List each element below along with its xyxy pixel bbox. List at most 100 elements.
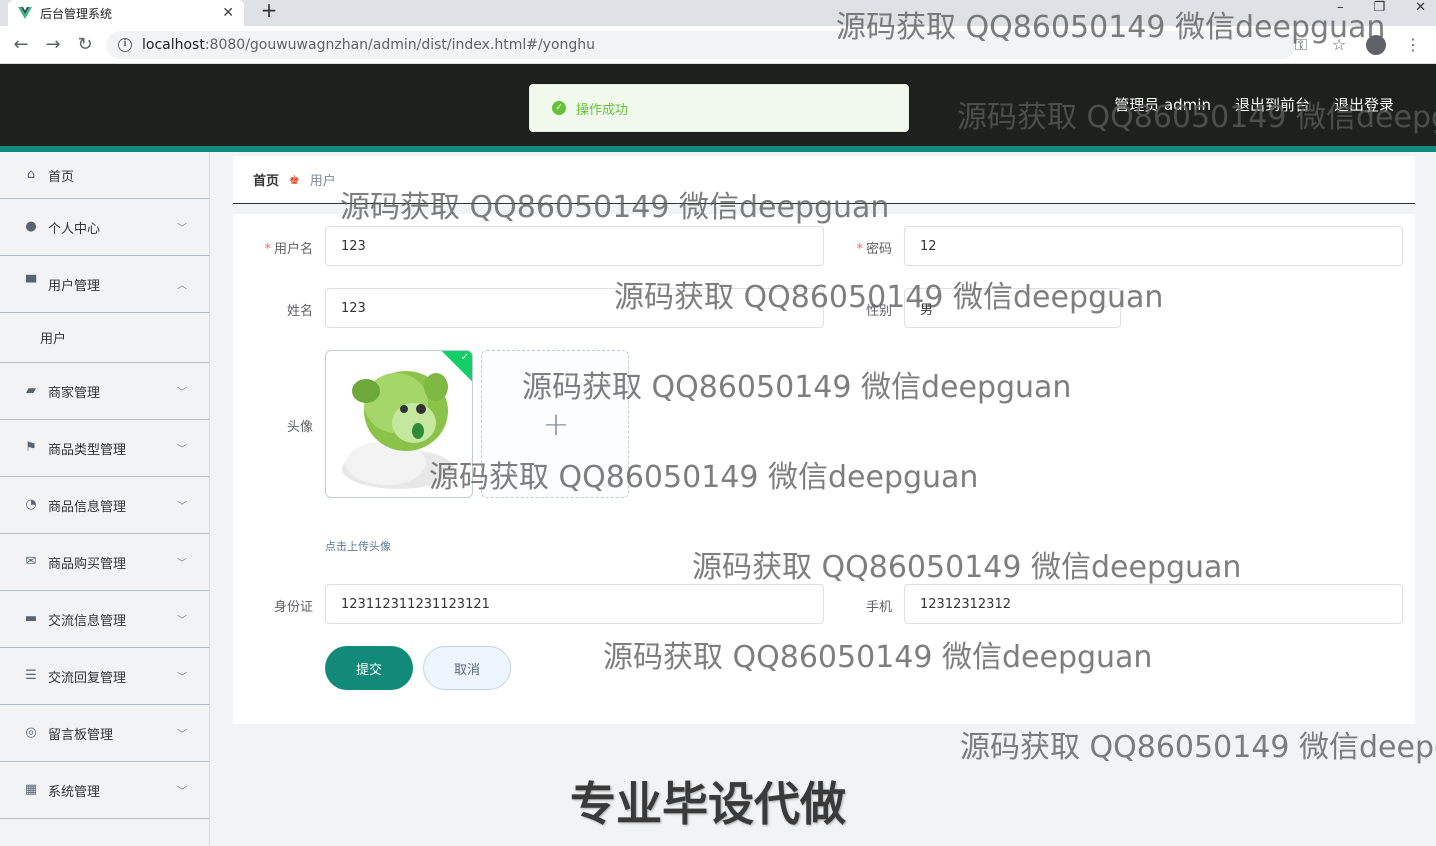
- minimize-button[interactable]: –: [1337, 0, 1344, 15]
- grid-icon: ▦: [24, 782, 38, 797]
- new-tab-button[interactable]: +: [258, 0, 280, 22]
- sidebar-item-label: 商家管理: [48, 385, 101, 401]
- breadcrumb-separator-icon: ♚: [289, 172, 300, 187]
- close-window-button[interactable]: ✕: [1415, 0, 1426, 15]
- reload-button[interactable]: ↻: [74, 34, 96, 56]
- avatar-label: 头像: [286, 420, 313, 435]
- sidebar-item-message-board[interactable]: ◎ 留言板管理 ﹀: [0, 705, 209, 762]
- breadcrumb: 首页 ♚ 用户: [233, 156, 1415, 204]
- chat-icon: ▬: [24, 611, 38, 626]
- chevron-up-icon: ︿: [177, 280, 187, 292]
- name-label: 姓名: [286, 304, 313, 319]
- address-bar: ← → ↻ i localhost:8080/gouwuwagnzhan/adm…: [0, 26, 1436, 64]
- breadcrumb-home[interactable]: 首页: [253, 170, 279, 189]
- sidebar-item-label: 系统管理: [48, 784, 101, 800]
- gender-label: 性别: [865, 304, 892, 319]
- password-label: * 密码: [856, 242, 892, 257]
- shop-icon: ▰: [26, 383, 36, 398]
- vue-logo-icon: [18, 6, 32, 20]
- window-controls: – ❐ ✕: [1337, 0, 1426, 15]
- sidebar-subitem-user[interactable]: 用户: [0, 313, 209, 363]
- sidebar-item-label: 留言板管理: [48, 727, 114, 743]
- chevron-down-icon: ﹀: [1098, 306, 1108, 317]
- password-field[interactable]: 12: [904, 226, 1403, 266]
- sidebar-item-shop[interactable]: ▰ 商家管理 ﹀: [0, 363, 209, 420]
- browser-tabbar: 后台管理系统 ✕ + – ❐ ✕: [0, 0, 1436, 26]
- header-accent-stripe: [0, 146, 1436, 152]
- gender-select[interactable]: 男 ﹀: [904, 288, 1121, 328]
- check-circle-icon: ✓: [552, 101, 566, 115]
- avatar-upload-button[interactable]: +: [481, 350, 629, 498]
- info-icon[interactable]: i: [118, 38, 132, 52]
- menu-dots-icon[interactable]: ⋮: [1402, 34, 1424, 56]
- idcard-field[interactable]: 123112311231123121: [325, 584, 824, 624]
- chevron-down-icon: ﹀: [177, 786, 187, 798]
- back-to-front-link[interactable]: 退出到前台: [1235, 94, 1310, 115]
- username-label: * 用户名: [264, 242, 313, 257]
- toast-text: 操作成功: [576, 102, 629, 118]
- sidebar-item-label: 商品购买管理: [48, 556, 127, 572]
- tab-close-icon[interactable]: ✕: [222, 5, 234, 21]
- chevron-down-icon: ﹀: [177, 387, 187, 399]
- sidebar-item-personal[interactable]: ● 个人中心 ﹀: [0, 199, 209, 256]
- phone-label: 手机: [865, 600, 892, 615]
- url-field[interactable]: i localhost:8080/gouwuwagnzhan/admin/dis…: [106, 31, 1296, 59]
- sidebar-item-category[interactable]: ⚑ 商品类型管理 ﹀: [0, 420, 209, 477]
- name-field[interactable]: 123: [325, 288, 824, 328]
- chevron-down-icon: ﹀: [177, 223, 187, 235]
- cancel-button[interactable]: 取消: [423, 646, 511, 690]
- sidebar-item-label: 个人中心: [48, 221, 101, 237]
- sidebar-item-label: 交流信息管理: [48, 613, 127, 629]
- user-manage-icon: ▀: [26, 276, 36, 291]
- sidebar-item-label: 商品类型管理: [48, 442, 127, 458]
- bookmark-star-icon[interactable]: ☆: [1328, 34, 1350, 56]
- chevron-down-icon: ﹀: [177, 558, 187, 570]
- sidebar-item-label: 用户管理: [48, 278, 101, 294]
- sidebar-item-label: 商品信息管理: [48, 499, 127, 515]
- chevron-down-icon: ﹀: [177, 672, 187, 684]
- url-path: :8080/gouwuwagnzhan/admin/dist/index.htm…: [204, 37, 596, 53]
- sidebar-item-exchange[interactable]: ▬ 交流信息管理 ﹀: [0, 591, 209, 648]
- browser-tab[interactable]: 后台管理系统 ✕: [8, 0, 244, 26]
- flag-icon: ⚑: [25, 440, 37, 455]
- sidebar-item-reply[interactable]: ☰ 交流回复管理 ﹀: [0, 648, 209, 705]
- user-form: * 用户名 123 * 密码 12 姓名 123 性别 男 ﹀ 头像 ✓ + 点击上…: [233, 214, 1415, 724]
- phone-field[interactable]: 12312312312: [904, 584, 1403, 624]
- avatar-image: [342, 371, 454, 489]
- watermark: 源码获取 QQ86050149 微信deepguan: [960, 730, 1436, 765]
- tab-title: 后台管理系统: [40, 6, 113, 21]
- mail-icon: ✉: [25, 554, 37, 569]
- submit-button[interactable]: 提交: [325, 646, 413, 690]
- sidebar: ⌂ 首页 ● 个人中心 ﹀ ▀ 用户管理 ︿ 用户 ▰ 商家管理 ﹀ ⚑ 商品类…: [0, 152, 210, 846]
- gender-value: 男: [920, 302, 934, 318]
- sidebar-item-system[interactable]: ▦ 系统管理 ﹀: [0, 762, 209, 819]
- sidebar-item-user-manage[interactable]: ▀ 用户管理 ︿: [0, 256, 209, 313]
- success-toast: ✓ 操作成功: [529, 84, 909, 132]
- breadcrumb-current: 用户: [309, 174, 336, 189]
- chevron-down-icon: ﹀: [177, 501, 187, 513]
- idcard-label: 身份证: [273, 600, 313, 615]
- avatar-preview[interactable]: ✓: [325, 350, 473, 498]
- sidebar-item-home[interactable]: ⌂ 首页: [0, 152, 209, 199]
- restore-button[interactable]: ❐: [1373, 0, 1385, 15]
- watermark-big: 专业毕设代做: [570, 777, 846, 831]
- sidebar-item-product[interactable]: ◔ 商品信息管理 ﹀: [0, 477, 209, 534]
- logout-link[interactable]: 退出登录: [1334, 94, 1394, 115]
- sidebar-item-label: 交流回复管理: [48, 670, 127, 686]
- key-icon[interactable]: ⚿: [1290, 34, 1312, 56]
- check-icon: ✓: [460, 352, 469, 363]
- back-button[interactable]: ←: [10, 34, 32, 56]
- forward-button[interactable]: →: [42, 34, 64, 56]
- target-icon: ◎: [25, 725, 37, 740]
- admin-label: 管理员 admin: [1114, 96, 1211, 114]
- username-field[interactable]: 123: [325, 226, 824, 266]
- sidebar-item-purchase[interactable]: ✉ 商品购买管理 ﹀: [0, 534, 209, 591]
- home-icon: ⌂: [26, 167, 36, 182]
- profile-icon[interactable]: [1366, 35, 1386, 55]
- chevron-down-icon: ﹀: [177, 729, 187, 741]
- sliders-icon: ☰: [25, 668, 37, 683]
- sidebar-subitem-label: 用户: [40, 332, 67, 347]
- url-host: localhost: [142, 37, 205, 53]
- upload-tip: 点击上传头像: [325, 540, 391, 553]
- gauge-icon: ◔: [25, 497, 37, 512]
